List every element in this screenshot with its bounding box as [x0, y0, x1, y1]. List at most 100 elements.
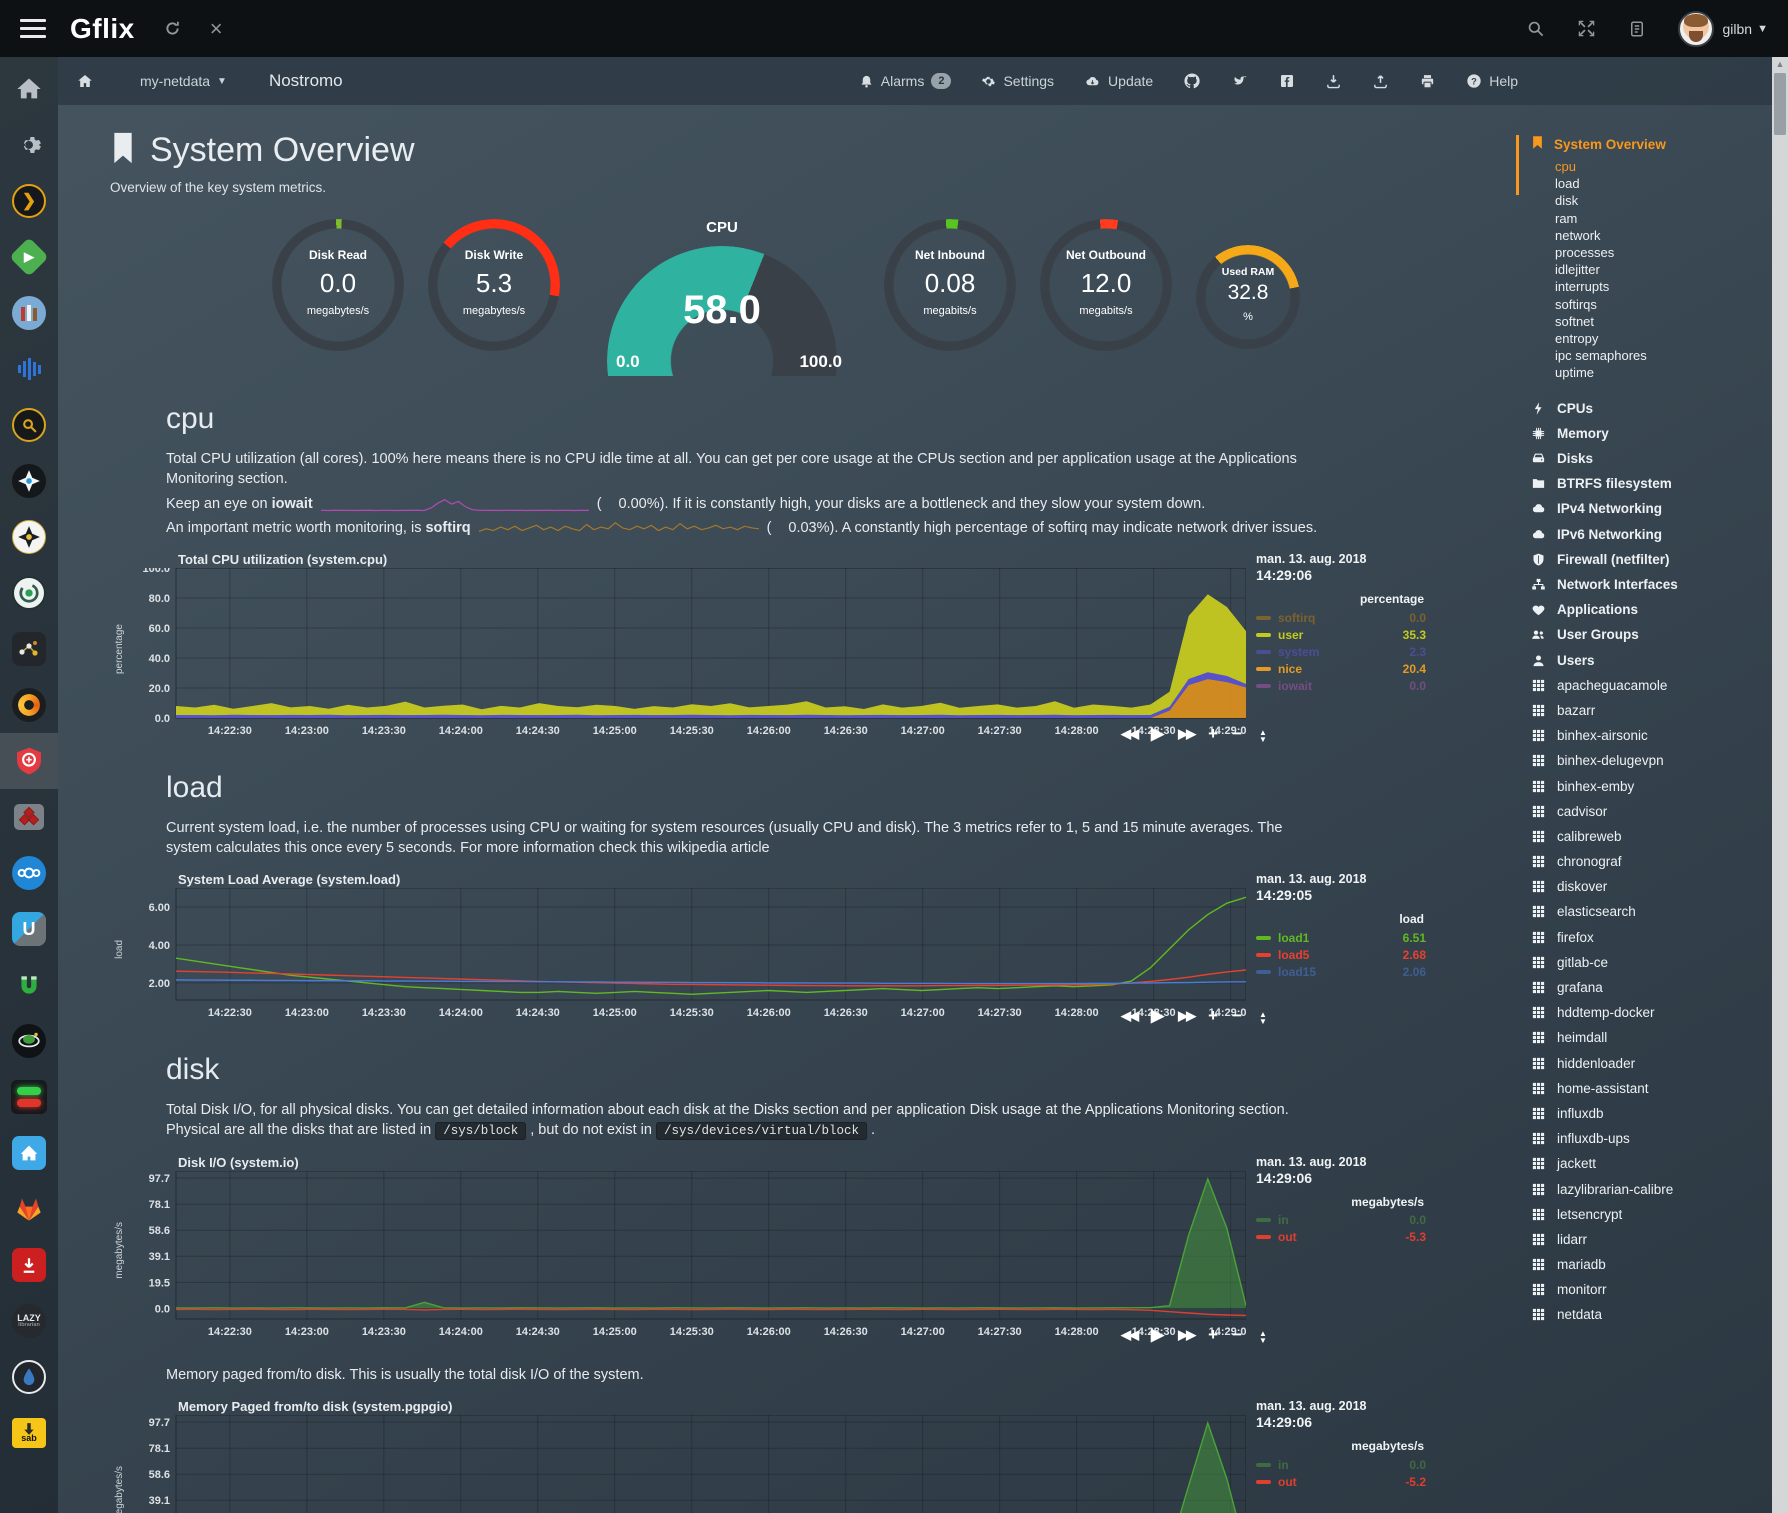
app-icon-sabnzbd[interactable]: sab: [9, 1413, 49, 1453]
gauge-disk-write[interactable]: Disk Write 5.3 megabytes/s: [428, 219, 560, 351]
app-icon-calibre[interactable]: [9, 293, 49, 333]
app-icon-netdata[interactable]: [9, 741, 49, 781]
app-icon-monitorr[interactable]: [9, 1077, 49, 1117]
menu-app-heimdall[interactable]: heimdall: [1530, 1025, 1772, 1050]
gauge-net-inbound[interactable]: Net Inbound 0.08 megabits/s: [884, 219, 1016, 351]
menu-app-hiddenloader[interactable]: hiddenloader: [1530, 1051, 1772, 1076]
legend-row-load5[interactable]: load5 2.68: [1256, 946, 1426, 963]
menu-section-ipv6-networking[interactable]: IPv6 Networking: [1530, 522, 1772, 547]
app-icon-deluge[interactable]: [9, 573, 49, 613]
download-icon[interactable]: [1325, 73, 1342, 90]
netdata-home-icon[interactable]: [76, 72, 94, 90]
menu-app-hddtemp-docker[interactable]: hddtemp-docker: [1530, 1000, 1772, 1025]
scrollbar-up-arrow[interactable]: ▲: [1772, 59, 1788, 69]
app-icon-grafana[interactable]: [9, 685, 49, 725]
menu-item-uptime[interactable]: uptime: [1530, 364, 1772, 381]
menu-item-cpu[interactable]: cpu: [1530, 158, 1772, 175]
menu-section-users[interactable]: Users: [1530, 648, 1772, 673]
menu-app-calibreweb[interactable]: calibreweb: [1530, 824, 1772, 849]
iowait-sparkline[interactable]: [321, 496, 589, 513]
legend-row-user[interactable]: user 35.3: [1256, 626, 1426, 643]
scrollbar-thumb[interactable]: [1774, 73, 1786, 135]
legend-row-system[interactable]: system 2.3: [1256, 643, 1426, 660]
menu-section-memory[interactable]: Memory: [1530, 421, 1772, 446]
menu-item-network[interactable]: network: [1530, 227, 1772, 244]
app-icon-emby[interactable]: ▶: [9, 237, 49, 277]
app-icon-droplet[interactable]: [9, 1357, 49, 1397]
app-icon-home[interactable]: [9, 69, 49, 109]
legend-row-in[interactable]: in 0.0: [1256, 1456, 1426, 1473]
gauge-disk-read[interactable]: Disk Read 0.0 megabytes/s: [272, 219, 404, 351]
menu-section-network-interfaces[interactable]: Network Interfaces: [1530, 572, 1772, 597]
menu-app-home-assistant[interactable]: home-assistant: [1530, 1076, 1772, 1101]
menu-app-mariadb[interactable]: mariadb: [1530, 1252, 1772, 1277]
app-icon-pinwheel[interactable]: [9, 461, 49, 501]
menu-app-influxdb-ups[interactable]: influxdb-ups: [1530, 1126, 1772, 1151]
chart-toolbar[interactable]: ◀◀▶ ▶▶+ −: [1121, 724, 1242, 744]
menu-section-applications[interactable]: Applications: [1530, 597, 1772, 622]
menu-app-binhex-emby[interactable]: binhex-emby: [1530, 773, 1772, 798]
menu-app-gitlab-ce[interactable]: gitlab-ce: [1530, 950, 1772, 975]
app-icon-saucer[interactable]: [9, 1021, 49, 1061]
menu-app-netdata[interactable]: netdata: [1530, 1302, 1772, 1327]
legend-row-out[interactable]: out -5.2: [1256, 1473, 1426, 1490]
app-icon-nextcloud[interactable]: [9, 853, 49, 893]
menu-item-entropy[interactable]: entropy: [1530, 330, 1772, 347]
chart-toolbar[interactable]: ◀◀▶ ▶▶+ −: [1121, 1006, 1242, 1026]
app-icon-airsonic[interactable]: [9, 349, 49, 389]
chart-resize-handle[interactable]: ▲▼: [1256, 1011, 1270, 1025]
legend-row-load1[interactable]: load1 6.51: [1256, 929, 1426, 946]
app-icon-unifi[interactable]: U: [9, 909, 49, 949]
scrollbar[interactable]: ▲: [1772, 57, 1788, 1513]
memory-paged-chart[interactable]: megabytes/s Memory Paged from/to disk (s…: [110, 1399, 1504, 1513]
menu-app-binhex-airsonic[interactable]: binhex-airsonic: [1530, 723, 1772, 748]
app-icon-xwing[interactable]: [9, 517, 49, 557]
menu-app-diskover[interactable]: diskover: [1530, 874, 1772, 899]
menu-app-bazarr[interactable]: bazarr: [1530, 698, 1772, 723]
fullscreen-icon[interactable]: [1577, 19, 1596, 38]
menu-app-apacheguacamole[interactable]: apacheguacamole: [1530, 673, 1772, 698]
menu-app-lidarr[interactable]: lidarr: [1530, 1227, 1772, 1252]
print-icon[interactable]: [1419, 73, 1436, 90]
menu-item-disk[interactable]: disk: [1530, 192, 1772, 209]
app-icon-gitlab[interactable]: [9, 1189, 49, 1229]
user-avatar[interactable]: [1678, 11, 1714, 47]
upload-icon[interactable]: [1372, 73, 1389, 90]
menu-item-interrupts[interactable]: interrupts: [1530, 278, 1772, 295]
alarms-button[interactable]: Alarms2: [859, 73, 952, 89]
gauge-used-ram[interactable]: Used RAM 32.8 %: [1196, 245, 1300, 349]
facebook-icon[interactable]: [1279, 73, 1295, 89]
menu-section-user-groups[interactable]: User Groups: [1530, 622, 1772, 647]
close-icon[interactable]: ×: [210, 18, 223, 40]
load-chart[interactable]: load System Load Average (system.load) 2…: [110, 872, 1504, 1027]
menu-section-btrfs-filesystem[interactable]: BTRFS filesystem: [1530, 471, 1772, 496]
app-icon-jackett[interactable]: [9, 405, 49, 445]
menu-item-ram[interactable]: ram: [1530, 210, 1772, 227]
menu-item-softnet[interactable]: softnet: [1530, 313, 1772, 330]
menu-app-chronograf[interactable]: chronograf: [1530, 849, 1772, 874]
changelog-icon[interactable]: [1628, 20, 1646, 38]
app-icon-settings[interactable]: [9, 125, 49, 165]
menu-system-overview[interactable]: System Overview: [1530, 135, 1772, 153]
legend-row-load15[interactable]: load15 2.06: [1256, 963, 1426, 980]
softirq-sparkline[interactable]: [479, 519, 759, 536]
legend-row-in[interactable]: in 0.0: [1256, 1212, 1426, 1229]
chart-resize-handle[interactable]: ▲▼: [1256, 1330, 1270, 1344]
menu-item-processes[interactable]: processes: [1530, 244, 1772, 261]
menu-app-firefox[interactable]: firefox: [1530, 925, 1772, 950]
app-icon-lazylibrarian[interactable]: LAZYlibrarian: [9, 1301, 49, 1341]
menu-app-letsencrypt[interactable]: letsencrypt: [1530, 1202, 1772, 1227]
disk-io-chart[interactable]: megabytes/s Disk I/O (system.io) 0.019.5…: [110, 1155, 1504, 1346]
menu-app-binhex-delugevpn[interactable]: binhex-delugevpn: [1530, 748, 1772, 773]
menu-app-monitorr[interactable]: monitorr: [1530, 1277, 1772, 1302]
settings-button[interactable]: Settings: [981, 73, 1054, 89]
refresh-icon[interactable]: [163, 19, 182, 38]
menu-app-grafana[interactable]: grafana: [1530, 975, 1772, 1000]
user-menu[interactable]: gilbn▼: [1723, 21, 1768, 37]
github-icon[interactable]: [1183, 72, 1201, 90]
chart-toolbar[interactable]: ◀◀▶ ▶▶+ −: [1121, 1325, 1242, 1345]
app-icon-youtube-dl[interactable]: [9, 1245, 49, 1285]
menu-app-cadvisor[interactable]: cadvisor: [1530, 799, 1772, 824]
hamburger-menu-icon[interactable]: [20, 19, 46, 38]
search-icon[interactable]: [1526, 19, 1545, 38]
